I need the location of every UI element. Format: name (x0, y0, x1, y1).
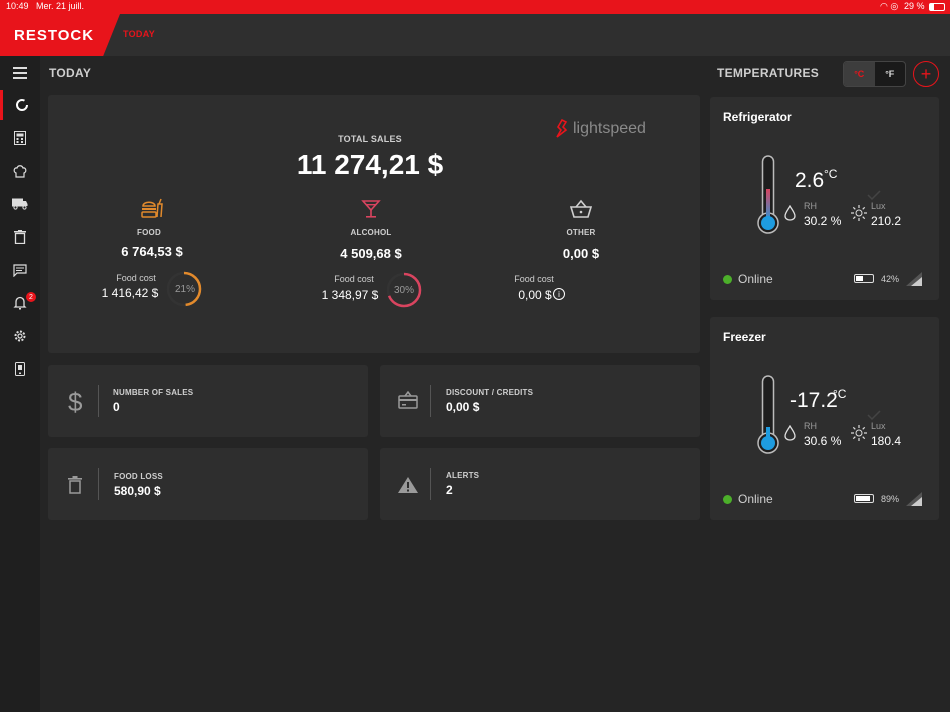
sensor-unit: °C (824, 167, 838, 181)
sensor-battery-percent: 89% (881, 494, 900, 504)
sensor-battery-icon (854, 494, 874, 503)
trash-icon[interactable] (0, 222, 40, 252)
unit-toggle[interactable]: °C °F (843, 61, 906, 87)
stat-card-sales: $ NUMBER OF SALES 0 (48, 365, 368, 437)
food-cost-value: 1 416,42 $ (101, 286, 159, 300)
lux-sun-icon (851, 205, 867, 226)
other-value: 0,00 $ (562, 246, 600, 261)
alcohol-cost-label: Food cost (334, 274, 374, 284)
online-indicator (723, 275, 732, 284)
trash-icon (68, 476, 82, 499)
stat-card-alerts: ALERTS 2 (380, 448, 700, 520)
unit-celsius-button[interactable]: °C (844, 62, 875, 86)
messages-icon[interactable] (0, 255, 40, 285)
rh-value: 30.2 % (804, 214, 842, 228)
sensor-card-refrigerator[interactable]: Refrigerator 2.6 °C RH 30.2 % Lux 210.2 … (710, 97, 939, 300)
basket-icon (569, 199, 593, 219)
info-icon[interactable]: i (553, 288, 565, 300)
tab-today[interactable]: TODAY (123, 29, 155, 39)
stat-value: 0 (113, 400, 120, 414)
gear-icon[interactable] (0, 321, 40, 351)
other-cost-label: Food cost (514, 274, 554, 284)
humidity-icon (784, 204, 796, 226)
rh-label: RH (804, 201, 817, 211)
stat-value: 580,90 $ (114, 484, 161, 498)
lux-value: 180.4 (871, 434, 902, 448)
stat-card-discount: DISCOUNT / CREDITS 0,00 $ (380, 365, 700, 437)
thermometer-icon (755, 155, 781, 242)
total-sales-value: 11 274,21 $ (296, 149, 444, 180)
sensor-battery-percent: 42% (881, 274, 900, 284)
device-icon[interactable] (0, 354, 40, 384)
lux-value: 210.2 (871, 214, 902, 228)
add-sensor-button[interactable]: + (913, 61, 939, 87)
alcohol-cost-value: 1 348,97 $ (321, 288, 379, 302)
sensor-temperature: 2.6 (795, 169, 825, 192)
unit-fahrenheit-button[interactable]: °F (875, 62, 906, 86)
divider (98, 468, 99, 500)
divider (98, 385, 99, 417)
sensor-temperature: -17.2 (790, 389, 838, 412)
battery-percent: 29 % (904, 1, 925, 11)
signal-icon (906, 272, 922, 291)
wifi-icon: ◠ ◎ (880, 1, 899, 11)
lux-label: Lux (871, 201, 886, 211)
stat-value: 0,00 $ (446, 400, 480, 414)
thermometer-icon (755, 375, 781, 462)
gift-card-icon (398, 390, 418, 414)
calculator-icon[interactable] (0, 123, 40, 153)
bell-icon[interactable]: 2 (0, 288, 40, 318)
food-cost-percent: 21% (174, 284, 195, 295)
sensor-status: Online (738, 492, 773, 506)
stat-value: 2 (446, 483, 453, 497)
total-sales-label: TOTAL SALES (338, 134, 402, 144)
food-value: 6 764,53 $ (121, 244, 183, 259)
humidity-icon (784, 424, 796, 446)
app-logo: RESTOCK (14, 27, 95, 44)
warning-icon (397, 476, 419, 499)
page-title: TODAY (49, 66, 92, 80)
stat-label: ALERTS (446, 471, 480, 480)
divider (430, 385, 431, 417)
sensor-status: Online (738, 272, 773, 286)
notification-badge: 2 (26, 292, 36, 302)
status-time: 10:49 (6, 1, 29, 11)
chef-hat-icon[interactable] (0, 156, 40, 186)
lux-label: Lux (871, 421, 886, 431)
burger-icon (140, 197, 164, 221)
sensor-unit: °C (833, 387, 847, 401)
sensor-name: Refrigerator (723, 110, 792, 124)
alcohol-value: 4 509,68 $ (340, 246, 402, 261)
dollar-icon: $ (68, 387, 83, 417)
truck-icon[interactable] (0, 189, 40, 219)
menu-icon[interactable] (0, 58, 40, 88)
stat-card-food-loss: FOOD LOSS 580,90 $ (48, 448, 368, 520)
food-label: FOOD (137, 228, 161, 237)
sensor-battery-icon (854, 274, 874, 283)
status-bar: 10:49 Mer. 21 juill. ◠ ◎ 29 % (0, 0, 950, 14)
stat-label: FOOD LOSS (114, 472, 163, 481)
signal-icon (906, 492, 922, 511)
sensor-card-freezer[interactable]: Freezer -17.2 °C RH 30.6 % Lux 180.4 Onl… (710, 317, 939, 520)
stat-label: NUMBER OF SALES (113, 388, 194, 397)
other-label: OTHER (566, 228, 596, 237)
temperatures-title: TEMPERATURES (717, 66, 820, 80)
stat-label: DISCOUNT / CREDITS (446, 388, 534, 397)
lux-sun-icon (851, 425, 867, 446)
other-cost-value: 0,00 $ (518, 288, 552, 302)
rh-value: 30.6 % (804, 434, 842, 448)
cocktail-icon (361, 199, 381, 219)
alcohol-label: ALCOHOL (350, 228, 392, 237)
status-date: Mer. 21 juill. (36, 1, 85, 11)
alcohol-cost-percent: 30% (393, 285, 414, 296)
sales-card: lightspeed TOTAL SALES 11 274,21 $ FOOD … (48, 95, 700, 353)
rh-label: RH (804, 421, 817, 431)
divider (430, 468, 431, 500)
food-cost-label: Food cost (116, 273, 156, 283)
online-indicator (723, 495, 732, 504)
sensor-name: Freezer (723, 330, 766, 344)
battery-icon (929, 3, 945, 11)
sidebar: 2 (0, 56, 40, 712)
today-icon[interactable] (0, 90, 40, 120)
